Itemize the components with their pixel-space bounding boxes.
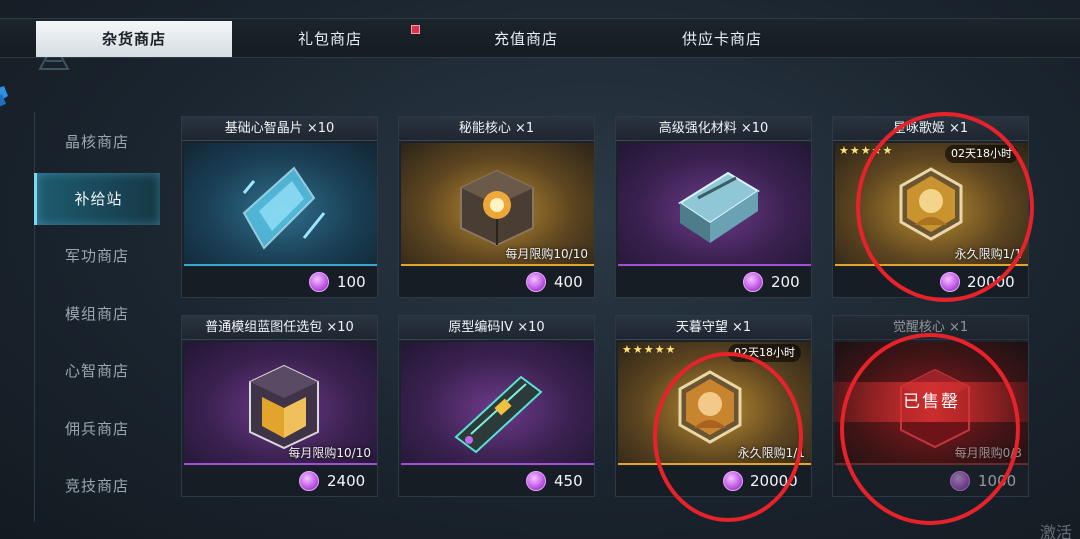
enhancement-material-icon — [678, 171, 760, 243]
purchase-limit: 每月限购10/10 — [505, 247, 588, 261]
currency-coin-icon — [309, 272, 329, 292]
footer-watermark: 激活 — [1039, 523, 1072, 539]
rarity-line — [401, 264, 594, 266]
price-row: 400 — [399, 267, 594, 297]
rarity-line — [618, 264, 811, 266]
price-row: 450 — [399, 466, 594, 496]
tab-recharge-store[interactable]: 充值商店 — [428, 21, 624, 57]
item-price: 450 — [554, 472, 583, 490]
prototype-code-cartridge-icon — [454, 375, 543, 454]
item-art — [401, 342, 594, 464]
annotation-circle — [653, 352, 803, 522]
currency-coin-icon — [526, 272, 546, 292]
shop-item-card[interactable]: 原型编码IV ×10 450 — [398, 315, 595, 497]
currency-coin-icon — [743, 272, 763, 292]
item-title: 高级强化材料 ×10 — [616, 117, 811, 141]
item-title: 秘能核心 ×1 — [399, 117, 594, 141]
new-badge-icon — [411, 25, 420, 34]
sidebar-item-module-store[interactable]: 模组商店 — [34, 288, 160, 340]
rarity-line — [401, 463, 594, 465]
store-category-sidebar: 晶核商店 补给站 军功商店 模组商店 心智商店 佣兵商店 竞技商店 — [34, 112, 164, 522]
currency-coin-icon — [526, 471, 546, 491]
price-row: 200 — [616, 267, 811, 297]
sidebar-item-supply-station[interactable]: 补给站 — [34, 173, 160, 225]
sidebar-item-mercenary-store[interactable]: 佣兵商店 — [34, 403, 160, 455]
rarity-line — [184, 463, 377, 465]
rarity-stars: ★★★★★ — [622, 343, 677, 356]
item-price: 2400 — [327, 472, 366, 490]
tab-supply-card-store[interactable]: 供应卡商店 — [624, 21, 820, 57]
home-icon[interactable] — [0, 86, 10, 108]
item-price: 200 — [771, 273, 800, 291]
crystal-chip-icon — [242, 166, 326, 250]
item-title: 基础心智晶片 ×10 — [182, 117, 377, 141]
sidebar-item-merit-store[interactable]: 军功商店 — [34, 230, 160, 282]
price-row: 2400 — [182, 466, 377, 496]
tab-gift-pack-store[interactable]: 礼包商店 — [232, 21, 428, 57]
shop-item-card[interactable]: 基础心智晶片 ×10 100 — [181, 116, 378, 298]
tab-general-store[interactable]: 杂货商店 — [36, 21, 232, 57]
sidebar-item-crystal-store[interactable]: 晶核商店 — [34, 116, 160, 168]
price-row: 100 — [182, 267, 377, 297]
item-art — [184, 143, 377, 265]
shop-item-card[interactable]: 普通模组蓝图任选包 ×10 每月限购10/10 2400 — [181, 315, 378, 497]
annotation-circle — [856, 112, 1034, 302]
item-title: 天暮守望 ×1 — [616, 316, 811, 340]
item-title: 普通模组蓝图任选包 ×10 — [182, 316, 377, 340]
annotation-circle — [840, 333, 1020, 525]
sidebar-item-mind-store[interactable]: 心智商店 — [34, 345, 160, 397]
rarity-line — [184, 264, 377, 266]
item-art — [618, 143, 811, 265]
item-price: 100 — [337, 273, 366, 291]
sidebar-item-arena-store[interactable]: 竞技商店 — [34, 460, 160, 512]
shop-item-card[interactable]: 秘能核心 ×1 每月限购10/10 400 — [398, 116, 595, 298]
item-title: 原型编码IV ×10 — [399, 316, 594, 340]
item-price: 400 — [554, 273, 583, 291]
shop-item-card[interactable]: 高级强化材料 ×10 200 — [615, 116, 812, 298]
purchase-limit: 每月限购10/10 — [288, 446, 371, 460]
currency-coin-icon — [299, 471, 319, 491]
shop-tab-bar: 杂货商店 礼包商店 充值商店 供应卡商店 — [0, 18, 1080, 70]
